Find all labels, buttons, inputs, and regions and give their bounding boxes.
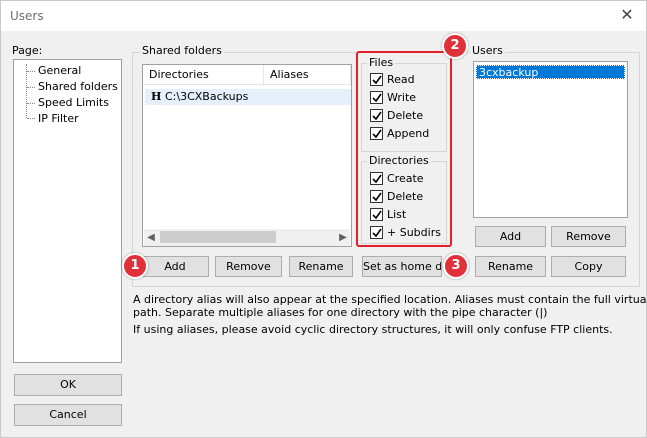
tree-branch: [27, 71, 35, 72]
tree-branch: [27, 87, 35, 88]
permissions-highlight: [356, 51, 452, 247]
add-user-button[interactable]: Add: [475, 226, 546, 247]
tree-item-speed-limits[interactable]: Speed Limits: [38, 96, 109, 109]
horizontal-scrollbar[interactable]: ◀ ▶: [144, 229, 350, 246]
shared-folders-title: Shared folders: [140, 44, 224, 57]
tree-branch: [27, 103, 35, 104]
users-dialog: Users ✕ Page: General Shared folders Spe…: [0, 0, 647, 438]
info-line-2: path. Separate multiple aliases for one …: [133, 306, 548, 319]
annotation-badge-3: 3: [443, 253, 469, 279]
tree-connector: [26, 64, 27, 118]
tree-branch: [27, 118, 35, 119]
title-bar: Users ✕: [1, 1, 646, 31]
tree-item-ip-filter[interactable]: IP Filter: [38, 112, 79, 125]
add-folder-button[interactable]: Add: [141, 256, 209, 277]
info-line-3: If using aliases, please avoid cyclic di…: [133, 323, 613, 336]
directories-list[interactable]: Directories Aliases H C:\3CXBackups ◀ ▶: [142, 64, 352, 247]
copy-user-button[interactable]: Copy: [551, 256, 626, 277]
directory-cell: C:\3CXBackups: [165, 90, 249, 103]
column-header-aliases[interactable]: Aliases: [264, 65, 351, 85]
remove-user-button[interactable]: Remove: [551, 226, 626, 247]
scroll-right-icon[interactable]: ▶: [336, 230, 350, 245]
page-tree[interactable]: General Shared folders Speed Limits IP F…: [13, 59, 122, 363]
window-title: Users: [10, 9, 44, 23]
users-list[interactable]: 3cxbackup: [473, 61, 628, 218]
rename-folder-button[interactable]: Rename: [289, 256, 353, 277]
column-header-directories[interactable]: Directories: [143, 65, 264, 85]
close-icon[interactable]: ✕: [618, 6, 636, 24]
user-item-selected[interactable]: 3cxbackup: [476, 65, 625, 79]
cancel-button[interactable]: Cancel: [14, 404, 122, 426]
scroll-left-icon[interactable]: ◀: [144, 230, 158, 245]
home-dir-marker: H: [151, 90, 162, 103]
tree-item-shared-folders[interactable]: Shared folders: [38, 80, 118, 93]
annotation-badge-1: 1: [122, 253, 148, 279]
table-row[interactable]: H C:\3CXBackups: [145, 89, 351, 105]
set-home-dir-button[interactable]: Set as home dir: [362, 256, 442, 277]
annotation-badge-2: 2: [442, 33, 468, 59]
users-title: Users: [470, 44, 505, 57]
remove-folder-button[interactable]: Remove: [215, 256, 282, 277]
info-line-1: A directory alias will also appear at th…: [133, 293, 647, 306]
tree-item-general[interactable]: General: [38, 64, 81, 77]
ok-button[interactable]: OK: [14, 374, 122, 396]
rename-user-button[interactable]: Rename: [475, 256, 546, 277]
scroll-thumb[interactable]: [160, 231, 276, 243]
page-label: Page:: [12, 44, 43, 57]
